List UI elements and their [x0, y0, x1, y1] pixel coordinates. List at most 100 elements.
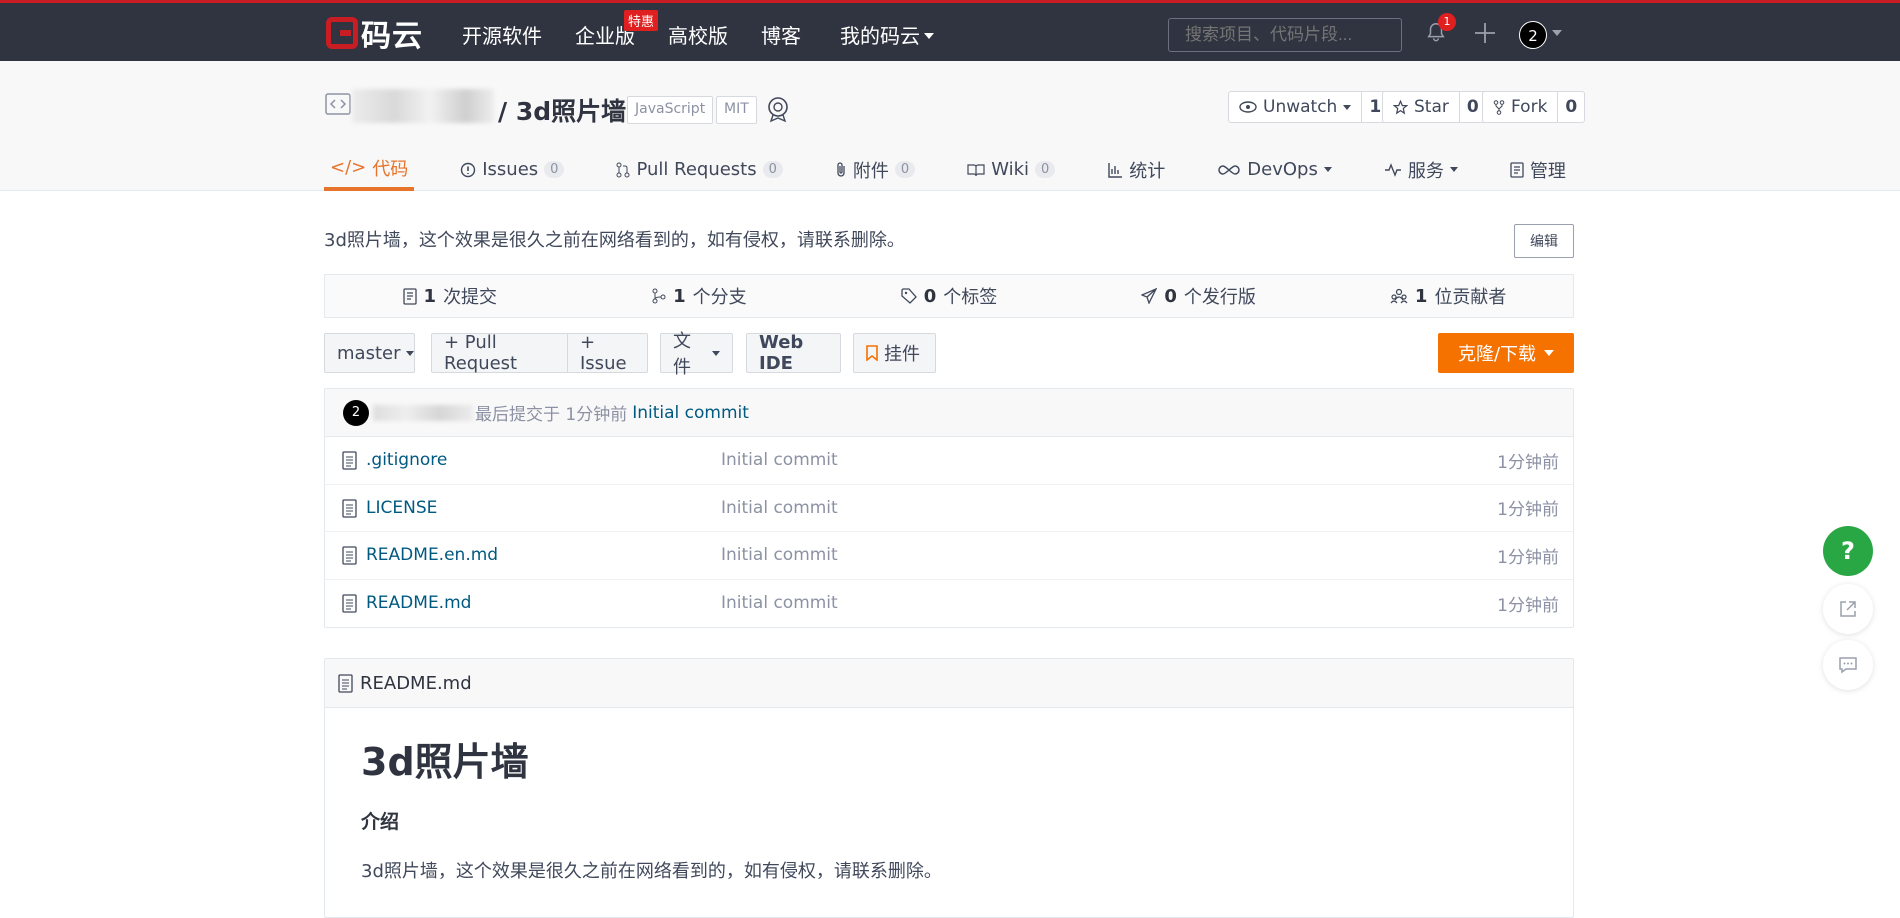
committer-name-blurred	[373, 404, 473, 421]
feedback-button[interactable]	[1823, 640, 1873, 690]
new-issue-button[interactable]: + Issue	[567, 332, 648, 374]
branch-select-label: master	[337, 342, 401, 364]
tab-issues-label: Issues	[482, 159, 539, 180]
contributors-icon	[1390, 288, 1408, 304]
stat-contributors-count: 1	[1414, 285, 1428, 307]
table-row: .gitignore Initial commit 1分钟前	[325, 437, 1573, 485]
star-button[interactable]: Star 0	[1382, 91, 1487, 123]
repo-stats-bar: 1 次提交 1 个分支 0 个标签 0 个发行版 1 位贡献者	[324, 274, 1574, 318]
logo-text: 码云	[361, 19, 423, 54]
tab-statistics[interactable]: 统计	[1101, 148, 1171, 191]
tab-code-label: 代码	[372, 158, 409, 180]
question-mark-icon: ?	[1841, 537, 1855, 565]
file-name-link[interactable]: README.en.md	[366, 545, 498, 565]
fork-icon	[1493, 99, 1505, 115]
stat-commits[interactable]: 1 次提交	[325, 275, 575, 317]
tab-issues-count: 0	[544, 161, 565, 178]
book-icon	[967, 163, 985, 176]
stat-releases[interactable]: 0 个发行版	[1074, 275, 1324, 317]
bookmark-icon	[866, 345, 878, 361]
stat-tags-label: 个标签	[943, 287, 998, 308]
chevron-down-icon	[1449, 167, 1458, 172]
tab-pull-requests-label: Pull Requests	[636, 159, 757, 180]
unwatch-label-wrap: Unwatch	[1229, 92, 1363, 122]
commit-list-icon	[402, 287, 417, 305]
file-name-link[interactable]: README.md	[366, 593, 471, 613]
fork-label: Fork	[1511, 97, 1548, 117]
unwatch-button[interactable]: Unwatch 1	[1228, 91, 1390, 123]
stat-contributors-label: 位贡献者	[1434, 287, 1507, 308]
stat-contributors[interactable]: 1 位贡献者	[1323, 275, 1573, 317]
tab-statistics-label: 统计	[1129, 160, 1166, 182]
file-icon	[342, 498, 357, 518]
repo-tabs: </> 代码 Issues 0 Pull Requests 0 附件 0 Wik…	[324, 148, 1612, 191]
tag-icon	[901, 288, 917, 304]
tab-services[interactable]: 服务	[1378, 148, 1464, 191]
file-commit-message[interactable]: Initial commit	[721, 545, 838, 565]
user-avatar[interactable]: 2	[1519, 21, 1547, 49]
file-commit-time: 1分钟前	[1497, 595, 1559, 616]
file-name-link[interactable]: .gitignore	[366, 450, 447, 470]
license-tag[interactable]: MIT	[716, 96, 757, 124]
gitee-logo[interactable]: 码云	[326, 15, 423, 54]
tab-devops[interactable]: DevOps	[1211, 148, 1338, 191]
tab-code[interactable]: </> 代码	[324, 148, 415, 191]
nav-blog[interactable]: 博客	[761, 20, 801, 49]
tab-issues[interactable]: Issues 0	[454, 148, 570, 191]
table-row: LICENSE Initial commit 1分钟前	[325, 485, 1573, 532]
nav-my-gitee-label: 我的码云	[840, 24, 920, 48]
chevron-down-icon	[406, 350, 415, 356]
stat-commits-label: 次提交	[443, 287, 498, 308]
fork-count[interactable]: 0	[1558, 97, 1584, 117]
chevron-down-icon[interactable]	[1552, 30, 1562, 36]
readme-title: 3d照片墙	[361, 740, 529, 784]
nav-my-gitee[interactable]: 我的码云	[840, 20, 934, 49]
tab-services-label: 服务	[1407, 160, 1444, 182]
last-commit-text: 最后提交于 1分钟前	[475, 405, 628, 425]
last-commit-message[interactable]: Initial commit	[632, 403, 749, 423]
eye-icon	[1239, 101, 1257, 113]
file-icon	[342, 451, 357, 470]
logo-mark-icon	[326, 17, 358, 49]
repo-title[interactable]: / 3d照片墙	[498, 92, 626, 128]
chevron-down-icon	[712, 350, 720, 356]
file-name-link[interactable]: LICENSE	[366, 498, 437, 518]
tab-pull-requests[interactable]: Pull Requests 0	[610, 148, 788, 191]
file-commit-message[interactable]: Initial commit	[721, 450, 838, 470]
file-commit-message[interactable]: Initial commit	[721, 593, 838, 613]
issue-icon	[461, 162, 476, 177]
nav-open-source[interactable]: 开源软件	[462, 20, 542, 49]
tab-attachments[interactable]: 附件 0	[829, 148, 921, 191]
file-commit-message[interactable]: Initial commit	[721, 498, 838, 518]
stat-tags[interactable]: 0 个标签	[824, 275, 1074, 317]
nav-education[interactable]: 高校版	[668, 20, 728, 49]
chevron-down-icon	[924, 33, 934, 39]
help-button[interactable]: ?	[1823, 526, 1873, 576]
code-repo-icon	[325, 93, 351, 115]
tab-manage[interactable]: 管理	[1504, 148, 1572, 191]
committer-avatar[interactable]: 2	[343, 399, 369, 426]
widget-button[interactable]: 挂件	[853, 333, 936, 373]
web-ide-button[interactable]: Web IDE	[746, 332, 841, 374]
share-button[interactable]	[1823, 584, 1873, 634]
new-pull-request-button[interactable]: + Pull Request	[431, 332, 568, 374]
files-menu-button[interactable]: 文件	[660, 331, 733, 378]
bar-chart-icon	[1108, 162, 1123, 178]
file-commit-time: 1分钟前	[1497, 452, 1559, 473]
stat-branches[interactable]: 1 个分支	[575, 275, 825, 317]
pulse-icon	[1384, 162, 1401, 177]
language-tag[interactable]: JavaScript	[627, 96, 714, 124]
table-row: README.md Initial commit 1分钟前	[325, 580, 1573, 628]
file-commit-time: 1分钟前	[1497, 547, 1559, 568]
clone-download-button[interactable]: 克隆/下载	[1438, 333, 1574, 373]
tab-devops-label: DevOps	[1247, 159, 1318, 180]
repo-owner-blurred	[352, 89, 494, 123]
search-input[interactable]	[1168, 18, 1402, 52]
tab-wiki[interactable]: Wiki 0	[961, 148, 1061, 191]
edit-description-button[interactable]: 编辑	[1514, 224, 1574, 258]
award-icon[interactable]	[765, 95, 791, 123]
fork-button[interactable]: Fork 0	[1482, 91, 1586, 123]
pull-request-icon	[616, 162, 630, 177]
branch-select[interactable]: master	[324, 333, 415, 373]
plus-icon[interactable]	[1473, 21, 1497, 45]
